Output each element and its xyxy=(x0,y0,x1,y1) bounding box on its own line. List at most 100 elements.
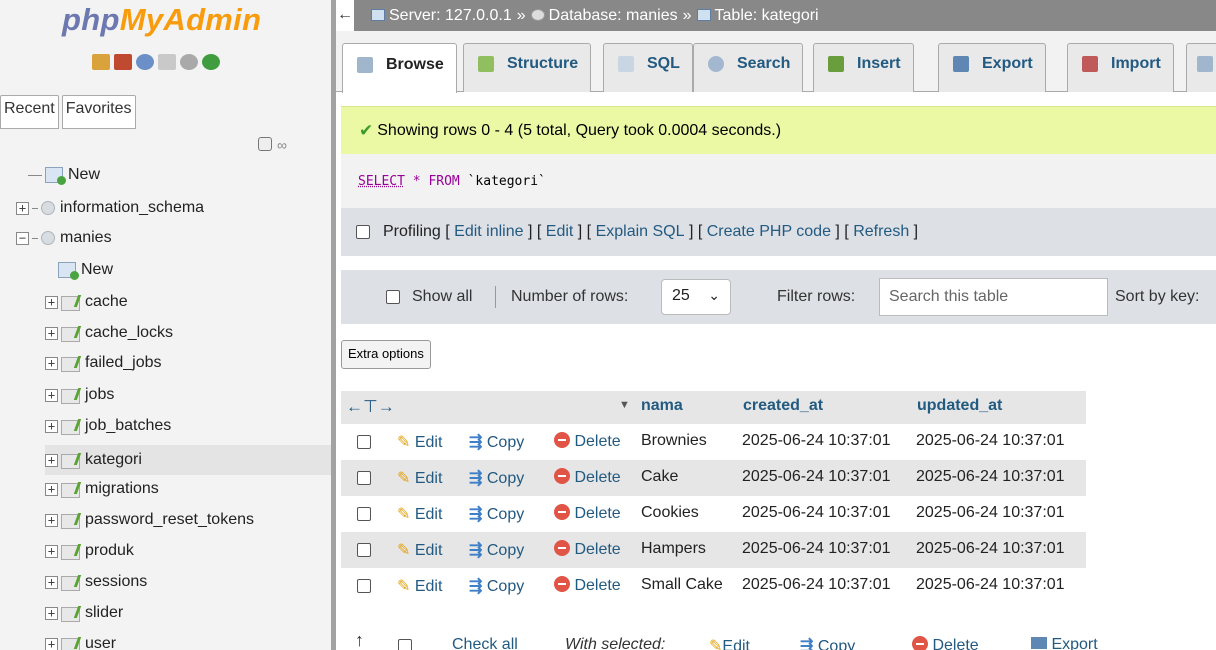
cell-nama[interactable]: Brownies xyxy=(641,432,707,450)
row-copy-link[interactable]: ⇶ Copy xyxy=(469,576,524,596)
row-edit-link[interactable]: ✎ Edit xyxy=(397,504,442,524)
home-icon[interactable] xyxy=(92,54,110,70)
bulk-edit-button[interactable]: ✎Edit xyxy=(709,636,750,650)
expand-icon[interactable]: + xyxy=(45,356,58,370)
favorites-tab[interactable]: Favorites xyxy=(61,95,136,129)
cell-created-at[interactable]: 2025-06-24 10:37:01 xyxy=(742,504,891,522)
tree-table-item[interactable]: + failed_jobs xyxy=(45,351,162,375)
tree-item-new[interactable]: New xyxy=(28,163,100,187)
row-checkbox[interactable] xyxy=(357,507,371,521)
expand-icon[interactable]: + xyxy=(45,544,58,558)
expand-icon[interactable]: + xyxy=(45,388,58,402)
phpmyadmin-logo[interactable]: phpMyAdmin xyxy=(62,2,261,38)
tree-item-manies-new[interactable]: New xyxy=(58,258,113,282)
breadcrumb-table[interactable]: Table: kategori xyxy=(696,7,819,25)
tree-table-item[interactable]: + jobs xyxy=(45,383,114,407)
tab-sql[interactable]: SQL xyxy=(603,43,693,92)
expand-icon[interactable]: + xyxy=(45,482,58,496)
cell-updated-at[interactable]: 2025-06-24 10:37:01 xyxy=(916,504,1065,522)
breadcrumb-database[interactable]: Database: manies xyxy=(530,7,678,25)
expand-icon[interactable]: + xyxy=(45,326,58,340)
table-row[interactable]: ✎ Edit ⇶ Copy Delete Cake 2025-06-24 10:… xyxy=(341,460,1086,496)
tree-table-item[interactable]: + user xyxy=(45,632,116,650)
link-with-main-icon[interactable]: ∞ xyxy=(277,137,287,153)
table-row[interactable]: ✎ Edit ⇶ Copy Delete Hampers 2025-06-24 … xyxy=(341,532,1086,568)
tree-table-item-selected[interactable]: + kategori xyxy=(45,445,331,475)
tree-table-item[interactable]: + sessions xyxy=(45,570,147,594)
bulk-copy-button[interactable]: ⇶ Copy xyxy=(800,636,855,650)
expand-icon[interactable]: + xyxy=(45,295,58,309)
bulk-export-button[interactable]: Export xyxy=(1031,636,1098,650)
edit-inline-link[interactable]: Edit inline xyxy=(454,223,523,241)
collapse-nav-arrow-icon[interactable]: ← xyxy=(336,0,354,31)
expand-icon[interactable]: + xyxy=(45,606,58,620)
tree-table-item[interactable]: + slider xyxy=(45,601,123,625)
cell-nama[interactable]: Cake xyxy=(641,468,678,486)
row-copy-link[interactable]: ⇶ Copy xyxy=(469,468,524,488)
cell-updated-at[interactable]: 2025-06-24 10:37:01 xyxy=(916,576,1065,594)
tab-insert[interactable]: Insert xyxy=(813,43,914,92)
extra-options-button[interactable]: Extra options xyxy=(341,340,431,369)
create-php-code-link[interactable]: Create PHP code xyxy=(707,223,831,241)
cell-updated-at[interactable]: 2025-06-24 10:37:01 xyxy=(916,432,1065,450)
edit-link[interactable]: Edit xyxy=(546,223,574,241)
settings-icon[interactable] xyxy=(180,54,198,70)
column-header-created-at[interactable]: created_at xyxy=(736,391,911,424)
number-of-rows-select[interactable]: 25 ⌄ xyxy=(661,279,731,315)
row-delete-link[interactable]: Delete xyxy=(554,432,621,451)
cell-updated-at[interactable]: 2025-06-24 10:37:01 xyxy=(916,468,1065,486)
reload-icon[interactable] xyxy=(202,54,220,70)
column-header-updated-at[interactable]: updated_at xyxy=(911,391,1086,424)
help-icon[interactable] xyxy=(136,54,154,70)
cell-nama[interactable]: Small Cake xyxy=(641,576,723,594)
tree-table-item[interactable]: + cache_locks xyxy=(45,321,173,345)
recent-tab[interactable]: Recent xyxy=(0,95,59,129)
tree-item-information-schema[interactable]: + information_schema xyxy=(16,196,204,220)
cell-updated-at[interactable]: 2025-06-24 10:37:01 xyxy=(916,540,1065,558)
filter-rows-input[interactable]: Search this table xyxy=(879,278,1108,316)
tree-table-item[interactable]: + password_reset_tokens xyxy=(45,508,254,532)
cell-created-at[interactable]: 2025-06-24 10:37:01 xyxy=(742,540,891,558)
cell-created-at[interactable]: 2025-06-24 10:37:01 xyxy=(742,432,891,450)
row-delete-link[interactable]: Delete xyxy=(554,540,621,559)
row-delete-link[interactable]: Delete xyxy=(554,468,621,487)
tab-import[interactable]: Import xyxy=(1067,43,1174,92)
row-copy-link[interactable]: ⇶ Copy xyxy=(469,432,524,452)
column-header-nama[interactable]: nama xyxy=(633,391,736,424)
table-row[interactable]: ✎ Edit ⇶ Copy Delete Cookies 2025-06-24 … xyxy=(341,496,1086,532)
cell-created-at[interactable]: 2025-06-24 10:37:01 xyxy=(742,576,891,594)
row-edit-link[interactable]: ✎ Edit xyxy=(397,540,442,560)
row-copy-link[interactable]: ⇶ Copy xyxy=(469,540,524,560)
refresh-link[interactable]: Refresh xyxy=(853,223,909,241)
tab-browse[interactable]: Browse xyxy=(342,43,457,93)
expand-icon[interactable]: + xyxy=(16,201,29,215)
check-all-label[interactable]: Check all xyxy=(452,636,518,650)
tab-structure[interactable]: Structure xyxy=(463,43,592,92)
collapse-all-icon[interactable] xyxy=(258,137,272,151)
check-all-checkbox[interactable] xyxy=(398,639,412,650)
bulk-delete-button[interactable]: Delete xyxy=(912,636,979,650)
tab-export[interactable]: Export xyxy=(938,43,1046,92)
row-edit-link[interactable]: ✎ Edit xyxy=(397,576,442,596)
profiling-checkbox[interactable] xyxy=(356,225,370,239)
cell-nama[interactable]: Hampers xyxy=(641,540,706,558)
expand-icon[interactable]: + xyxy=(45,453,58,467)
expand-icon[interactable]: + xyxy=(45,513,58,527)
tree-table-item[interactable]: + migrations xyxy=(45,477,159,501)
row-edit-link[interactable]: ✎ Edit xyxy=(397,432,442,452)
tree-table-item[interactable]: + job_batches xyxy=(45,414,171,438)
tree-table-item[interactable]: + cache xyxy=(45,290,128,314)
cell-created-at[interactable]: 2025-06-24 10:37:01 xyxy=(742,468,891,486)
logout-icon[interactable] xyxy=(114,54,132,70)
table-row[interactable]: ✎ Edit ⇶ Copy Delete Brownies 2025-06-24… xyxy=(341,424,1086,460)
row-edit-link[interactable]: ✎ Edit xyxy=(397,468,442,488)
row-delete-link[interactable]: Delete xyxy=(554,576,621,595)
row-copy-link[interactable]: ⇶ Copy xyxy=(469,504,524,524)
expand-icon[interactable]: + xyxy=(45,637,58,650)
explain-sql-link[interactable]: Explain SQL xyxy=(596,223,685,241)
nav-resize-handle[interactable] xyxy=(331,0,336,650)
row-checkbox[interactable] xyxy=(357,579,371,593)
row-delete-link[interactable]: Delete xyxy=(554,504,621,523)
row-checkbox[interactable] xyxy=(357,543,371,557)
expand-icon[interactable]: + xyxy=(45,575,58,589)
